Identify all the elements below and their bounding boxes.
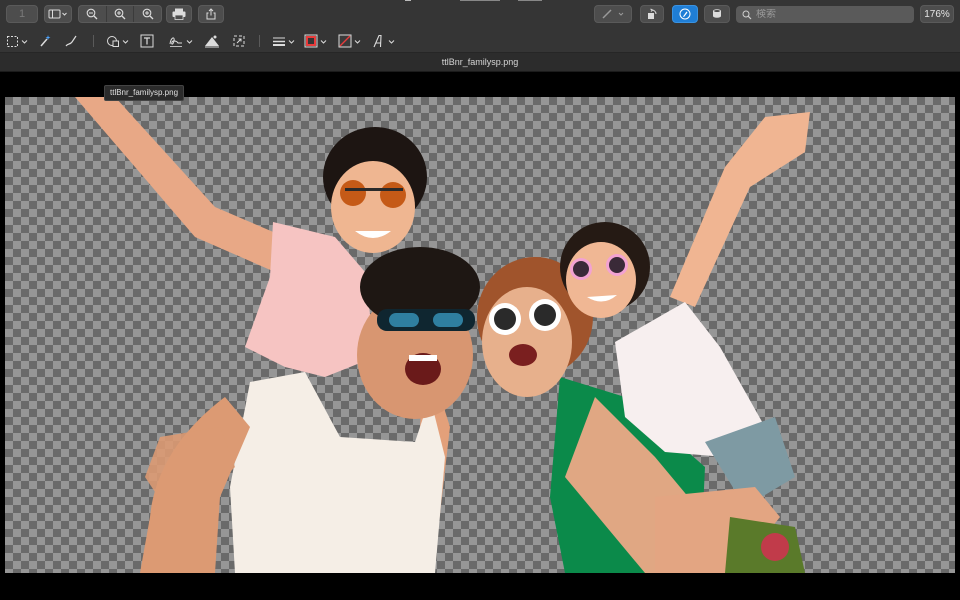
selection-tool-button[interactable] (6, 32, 28, 50)
family-photo (75, 97, 810, 573)
adjust-size-button[interactable] (232, 32, 246, 50)
chevron-down-icon (21, 39, 28, 44)
line-style-icon (273, 37, 285, 46)
shapes-tool-button[interactable] (106, 32, 129, 50)
pen-icon (602, 9, 624, 19)
line-style-button[interactable] (272, 32, 295, 50)
document-title: ttlBnr_familysp.png (441, 57, 519, 67)
zoom-in-icon (142, 8, 154, 20)
zoom-in-button[interactable] (107, 6, 135, 22)
stamp-icon (713, 9, 721, 18)
image-canvas[interactable]: ttlBnr_familysp.png (0, 72, 960, 600)
zoom-fit-button[interactable] (134, 6, 161, 22)
image-transparent-background[interactable] (5, 97, 955, 573)
sidebar-icon (48, 9, 67, 19)
chevron-down-icon (186, 39, 193, 44)
magic-wand-icon (40, 35, 51, 47)
rectangle-selection-icon (7, 35, 18, 47)
text-style-icon (373, 34, 382, 48)
zoom-level-field[interactable]: 176% (920, 5, 954, 23)
share-button[interactable] (198, 5, 224, 23)
markup-icon (679, 8, 691, 20)
zoom-in-icon (114, 8, 126, 20)
separator (93, 35, 94, 47)
border-color-button[interactable] (304, 32, 327, 50)
sketch-tool-button[interactable] (64, 32, 78, 50)
zoom-out-icon (86, 8, 98, 20)
print-icon (172, 8, 186, 20)
separator (259, 35, 260, 47)
text-tool-button[interactable] (140, 32, 154, 50)
window-title-fragment (405, 0, 542, 1)
chevron-down-icon (354, 39, 361, 44)
print-button[interactable] (166, 5, 192, 23)
chevron-down-icon (388, 39, 395, 44)
search-input[interactable] (756, 9, 906, 20)
chevron-down-icon (122, 39, 129, 44)
zoom-out-button[interactable] (79, 6, 107, 22)
fill-color-button[interactable] (338, 32, 361, 50)
resize-icon (233, 35, 245, 47)
document-title-bar: ttlBnr_familysp.png (0, 53, 960, 72)
page-number-field[interactable]: 1 (6, 5, 38, 23)
chevron-down-icon (288, 39, 295, 44)
sketch-pen-icon (65, 35, 77, 47)
shapes-icon (107, 36, 119, 47)
markup-toggle-button[interactable] (672, 5, 698, 23)
markup-toolbar (0, 30, 960, 53)
fill-color-icon (338, 34, 352, 48)
zoom-segment (78, 5, 162, 23)
text-style-button[interactable] (372, 32, 395, 50)
search-field[interactable] (736, 6, 914, 23)
rotate-button[interactable] (640, 5, 664, 23)
adjust-color-button[interactable] (204, 32, 220, 50)
filename-tooltip: ttlBnr_familysp.png (104, 85, 185, 101)
sidebar-menu-button[interactable] (44, 5, 72, 23)
stamp-button[interactable] (704, 5, 730, 23)
signature-tool-button[interactable] (168, 32, 193, 50)
adjust-color-icon (205, 35, 219, 48)
chevron-down-icon (320, 39, 327, 44)
instant-alpha-button[interactable] (38, 32, 52, 50)
signature-icon (169, 37, 182, 47)
main-toolbar: 1 検索 176% (0, 0, 960, 30)
share-icon (206, 8, 216, 20)
pen-menu-button[interactable] (594, 5, 632, 23)
rotate-icon (648, 8, 657, 19)
search-icon (742, 10, 752, 19)
text-box-icon (140, 34, 154, 48)
border-color-icon (304, 34, 318, 48)
